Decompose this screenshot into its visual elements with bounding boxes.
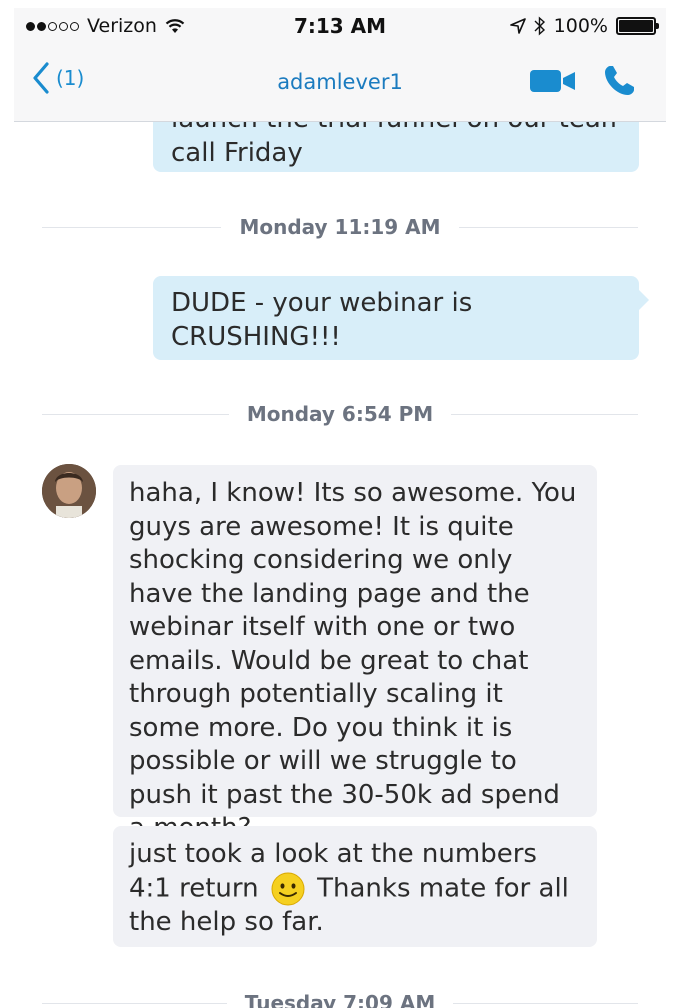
message-text: haha, I know! Its so awesome. You guys a…	[129, 478, 577, 843]
timestamp-divider: Monday 11:19 AM	[42, 212, 638, 242]
message-bubble-outgoing[interactable]: DUDE - your webinar is CRUSHING!!!	[153, 276, 649, 360]
timestamp-label: Monday 6:54 PM	[246, 402, 434, 426]
conversation-header: (1) adamlever1	[14, 46, 666, 122]
message-text: call Friday	[171, 138, 303, 168]
status-bar: Verizon 7:13 AM 100%	[14, 8, 666, 46]
message-list[interactable]: launch the trial funnel on our team call…	[14, 122, 666, 1008]
message-bubble-incoming[interactable]: just took a look at the numbers 4:1 retu…	[113, 826, 597, 947]
timestamp-label: Monday 11:19 AM	[239, 215, 441, 239]
message-bubble-outgoing[interactable]: launch the trial funnel on our team call…	[153, 122, 639, 172]
status-right: 100%	[509, 15, 659, 37]
timestamp-divider: Tuesday 7:09 AM	[42, 988, 639, 1008]
timestamp-label: Tuesday 7:09 AM	[244, 991, 436, 1008]
message-text: DUDE - your webinar is CRUSHING!!!	[171, 288, 473, 352]
timestamp-divider: Monday 6:54 PM	[42, 399, 639, 429]
location-arrow-icon	[509, 18, 526, 34]
battery-icon	[616, 17, 659, 35]
smile-emoji-icon	[271, 872, 305, 905]
message-partial-line: launch the trial funnel on our team	[171, 122, 621, 136]
avatar-photo	[42, 464, 96, 518]
battery-percent: 100%	[553, 15, 608, 37]
video-call-icon[interactable]	[530, 68, 576, 94]
message-bubble-incoming[interactable]: haha, I know! Its so awesome. You guys a…	[113, 465, 597, 843]
bluetooth-icon	[534, 16, 545, 36]
contact-avatar[interactable]	[42, 464, 96, 518]
phone-call-icon[interactable]	[602, 64, 636, 98]
